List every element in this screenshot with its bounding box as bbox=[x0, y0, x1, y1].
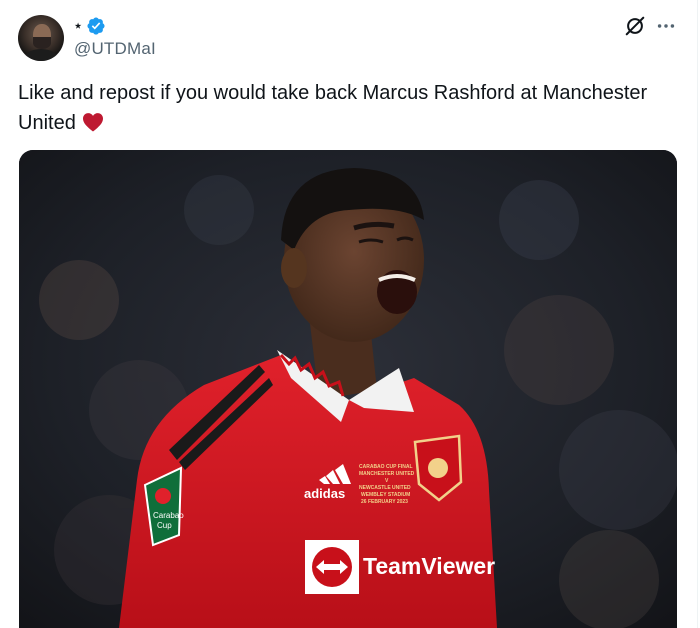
svg-text:26 FEBRUARY 2023: 26 FEBRUARY 2023 bbox=[361, 499, 408, 505]
author-name-row[interactable]: ⋆ bbox=[74, 16, 106, 36]
cup-badge-text-2: Cup bbox=[157, 521, 172, 530]
tweet-text-content: Like and repost if you would take back M… bbox=[18, 82, 648, 134]
verified-badge-icon bbox=[87, 17, 105, 35]
svg-text:NEWCASTLE UNITED: NEWCASTLE UNITED bbox=[359, 485, 411, 491]
display-name[interactable]: ⋆ bbox=[74, 18, 82, 34]
final-text: CARABAO CUP FINAL MANCHESTER UNITED V NE… bbox=[359, 464, 415, 505]
sponsor-wordmark: TeamViewer bbox=[363, 553, 495, 579]
author-handle[interactable]: @UTDMaI bbox=[74, 39, 156, 59]
avatar-beard bbox=[33, 37, 51, 49]
adidas-wordmark: adidas bbox=[304, 486, 345, 501]
ear bbox=[281, 248, 307, 288]
red-heart-icon bbox=[82, 113, 103, 132]
carabao-cup-badge-logo bbox=[155, 488, 171, 504]
svg-text:MANCHESTER UNITED: MANCHESTER UNITED bbox=[359, 471, 415, 477]
player-photo: Carabao Cup adidas CARABAO CUP FINAL MAN… bbox=[19, 150, 677, 628]
avatar[interactable] bbox=[18, 15, 64, 61]
card-border bbox=[697, 0, 698, 628]
grok-icon[interactable] bbox=[624, 15, 646, 37]
cup-badge-text-1: Carabao bbox=[153, 511, 184, 520]
crest-emblem bbox=[428, 458, 448, 478]
more-options-icon[interactable] bbox=[655, 15, 677, 37]
tweet-text: Like and repost if you would take back M… bbox=[18, 78, 678, 138]
tweet-media-image[interactable]: Carabao Cup adidas CARABAO CUP FINAL MAN… bbox=[19, 150, 677, 628]
avatar-shoulders bbox=[24, 49, 58, 61]
svg-text:CARABAO CUP FINAL: CARABAO CUP FINAL bbox=[359, 464, 413, 470]
svg-text:WEMBLEY STADIUM: WEMBLEY STADIUM bbox=[361, 492, 410, 498]
